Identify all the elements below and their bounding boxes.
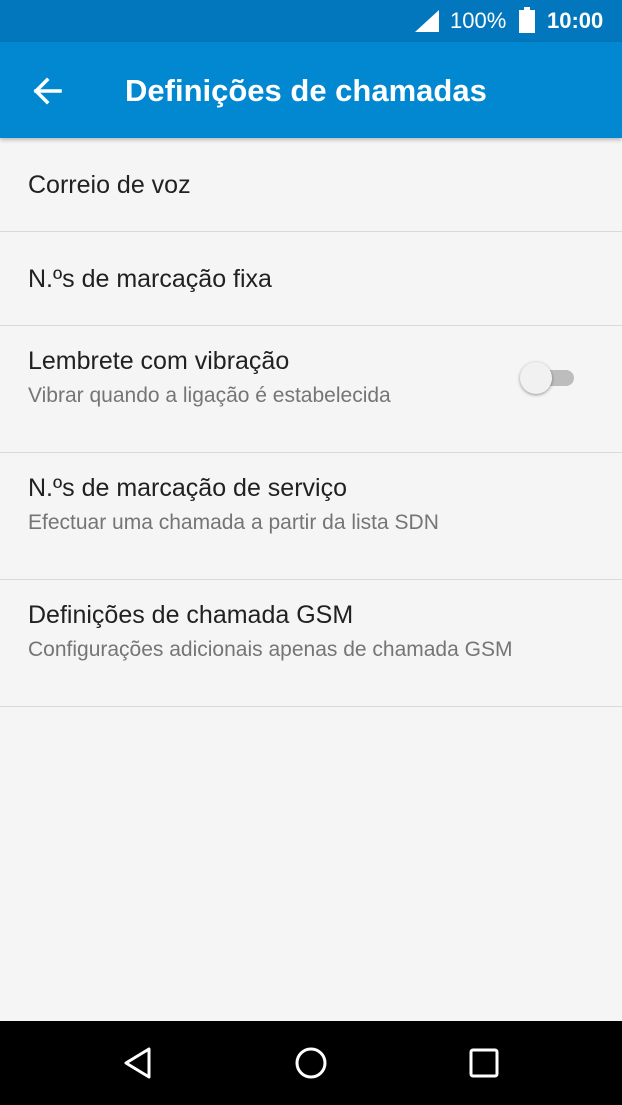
item-title: Definições de chamada GSM	[28, 601, 354, 629]
item-title: N.ºs de marcação fixa	[28, 265, 272, 293]
clock: 10:00	[547, 8, 604, 33]
nav-recents-icon	[469, 1048, 499, 1078]
nav-back-button[interactable]	[119, 1043, 159, 1083]
battery-icon	[519, 7, 535, 33]
list-item-service-dialing[interactable]: N.ºs de marcação de serviço Efectuar uma…	[0, 453, 622, 580]
navigation-bar	[0, 1021, 622, 1105]
status-bar: 100% 10:00	[0, 0, 622, 42]
nav-home-icon	[295, 1047, 327, 1079]
signal-icon	[415, 10, 439, 32]
nav-home-button[interactable]	[291, 1043, 331, 1083]
item-title: Correio de voz	[28, 171, 191, 199]
item-title: N.ºs de marcação de serviço	[28, 474, 347, 502]
app-bar: Definições de chamadas	[0, 42, 622, 138]
item-title: Lembrete com vibração	[28, 347, 290, 375]
battery-percentage: 100%	[450, 8, 507, 33]
back-button[interactable]	[22, 66, 72, 116]
item-subtitle: Vibrar quando a ligação é estabelecida	[28, 384, 391, 407]
list-item-vibration-reminder[interactable]: Lembrete com vibração Vibrar quando a li…	[0, 326, 622, 453]
list-item-fixed-dialing[interactable]: N.ºs de marcação fixa	[0, 232, 622, 326]
item-subtitle: Configurações adicionais apenas de chama…	[28, 638, 513, 661]
arrow-back-icon	[33, 77, 62, 105]
settings-list: Correio de voz N.ºs de marcação fixa Lem…	[0, 138, 622, 707]
toggle-thumb	[520, 362, 552, 394]
nav-recents-button[interactable]	[464, 1043, 504, 1083]
page-title: Definições de chamadas	[125, 73, 487, 108]
list-item-voicemail[interactable]: Correio de voz	[0, 138, 622, 232]
item-subtitle: Efectuar uma chamada a partir da lista S…	[28, 511, 439, 534]
list-item-gsm-settings[interactable]: Definições de chamada GSM Configurações …	[0, 580, 622, 707]
vibration-toggle[interactable]	[520, 360, 578, 394]
nav-back-icon	[124, 1047, 151, 1079]
